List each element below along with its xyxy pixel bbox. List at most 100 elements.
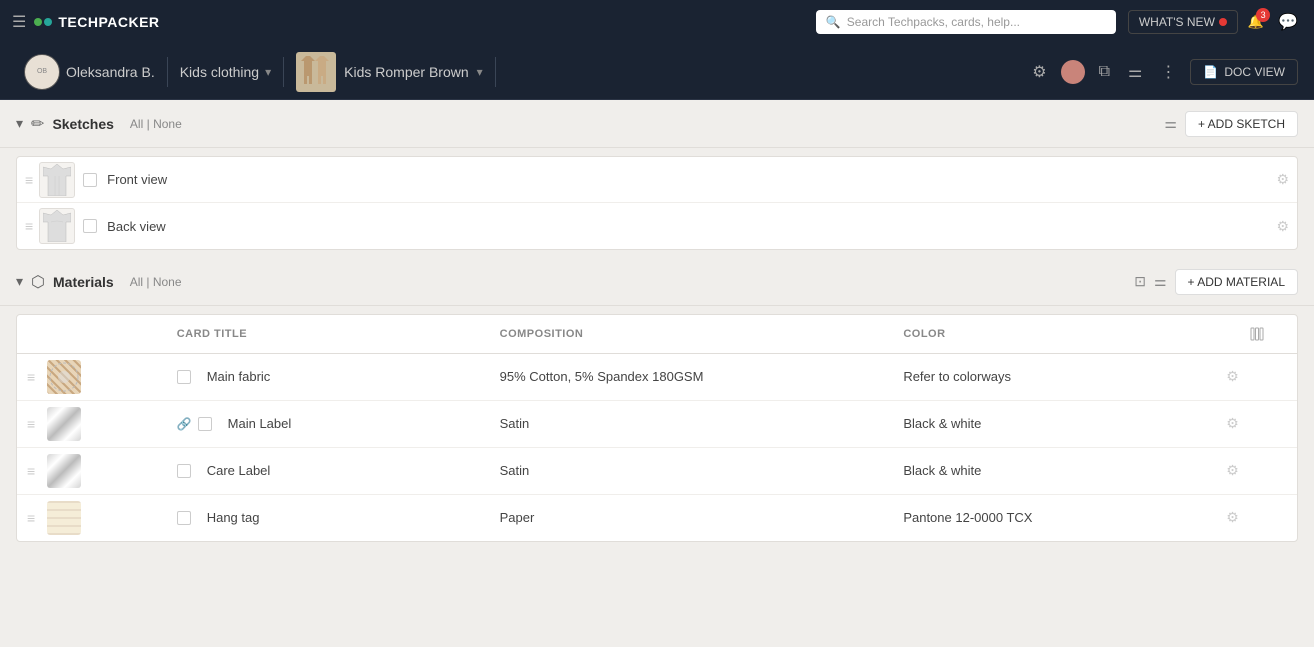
settings-icon[interactable]: ⚙ bbox=[1028, 58, 1050, 86]
material-color-2: Black & white bbox=[893, 447, 1216, 494]
breadcrumb-divider-3 bbox=[495, 57, 496, 87]
material-thumb-cell-2: ≡ bbox=[17, 447, 167, 494]
materials-header: ▾ ⬡ Materials All | None ⊡ ⚌ + ADD MATER… bbox=[0, 258, 1314, 306]
material-actions-0: ⚙ bbox=[1216, 353, 1297, 400]
sketch-checkbox-back[interactable] bbox=[83, 219, 97, 233]
sketches-title: Sketches bbox=[52, 116, 113, 132]
material-thumbnail-2 bbox=[47, 454, 81, 488]
doc-view-button[interactable]: 📄 DOC VIEW bbox=[1190, 59, 1298, 85]
drag-handle-mat-0[interactable]: ≡ bbox=[27, 369, 35, 385]
color-swatch[interactable] bbox=[1061, 60, 1085, 84]
drag-handle-mat-2[interactable]: ≡ bbox=[27, 463, 35, 479]
search-bar[interactable]: 🔍 Search Techpacks, cards, help... bbox=[816, 10, 1116, 34]
material-comp-3: Paper bbox=[490, 494, 894, 541]
sketches-filter-none[interactable]: None bbox=[153, 117, 182, 131]
doc-view-label: DOC VIEW bbox=[1224, 65, 1285, 79]
sketches-filters: All | None bbox=[130, 117, 182, 131]
material-thumbnail-3 bbox=[47, 501, 81, 535]
material-thumbnail-1 bbox=[47, 407, 81, 441]
main-content: ▾ ✏ Sketches All | None ⚌ + ADD SKETCH ≡ bbox=[0, 100, 1314, 542]
material-label-cell-1: 🔗 Main Label bbox=[167, 400, 490, 447]
sketch-thumbnail-front bbox=[39, 162, 75, 198]
material-checkbox-2[interactable] bbox=[177, 464, 191, 478]
sketches-section: ▾ ✏ Sketches All | None ⚌ + ADD SKETCH ≡ bbox=[0, 100, 1314, 250]
logo-area: TECHPACKER bbox=[34, 14, 159, 30]
material-checkbox-3[interactable] bbox=[177, 511, 191, 525]
sketches-filter-all[interactable]: All bbox=[130, 117, 143, 131]
material-label-cell-0: Main fabric bbox=[167, 353, 490, 400]
sketches-header-left: ▾ ✏ Sketches All | None bbox=[16, 114, 1164, 134]
material-row-2: ≡ Care Label Satin Black & white bbox=[17, 447, 1297, 494]
user-name: Oleksandra B. bbox=[66, 64, 155, 80]
product-thumbnail bbox=[296, 52, 336, 92]
message-icon[interactable]: 💬 bbox=[1274, 8, 1302, 36]
product-name: Kids Romper Brown bbox=[344, 64, 469, 80]
material-color-0: Refer to colorways bbox=[893, 353, 1216, 400]
material-gear-icon-3[interactable]: ⚙ bbox=[1226, 509, 1239, 525]
more-icon[interactable]: ⋮ bbox=[1156, 58, 1180, 86]
materials-filter-none[interactable]: None bbox=[153, 275, 182, 289]
materials-filter-all[interactable]: All bbox=[130, 275, 143, 289]
materials-table: Card Title COMPOSITION COLOR bbox=[17, 315, 1297, 541]
material-label-0: Main fabric bbox=[207, 369, 271, 384]
drag-handle-icon[interactable]: ≡ bbox=[25, 172, 33, 188]
add-sketch-button[interactable]: + ADD SKETCH bbox=[1185, 111, 1298, 137]
sketches-toggle[interactable]: ▾ bbox=[16, 115, 23, 132]
materials-table-header: Card Title COMPOSITION COLOR bbox=[17, 315, 1297, 353]
material-gear-icon-0[interactable]: ⚙ bbox=[1226, 368, 1239, 384]
materials-title: Materials bbox=[53, 274, 114, 290]
top-nav-left: ☰ TECHPACKER bbox=[12, 12, 804, 32]
material-label-cell-2: Care Label bbox=[167, 447, 490, 494]
link-icon-1[interactable]: 🔗 bbox=[177, 417, 192, 431]
drag-handle-icon-back[interactable]: ≡ bbox=[25, 218, 33, 234]
doc-icon: 📄 bbox=[1203, 65, 1218, 79]
sketch-thumbnail-back bbox=[39, 208, 75, 244]
hamburger-icon[interactable]: ☰ bbox=[12, 12, 26, 32]
whats-new-button[interactable]: WHAT'S NEW bbox=[1128, 10, 1238, 34]
material-gear-icon-1[interactable]: ⚙ bbox=[1226, 415, 1239, 431]
materials-content: Card Title COMPOSITION COLOR bbox=[16, 314, 1298, 542]
sketch-label-front: Front view bbox=[107, 172, 1276, 187]
material-label-3: Hang tag bbox=[207, 510, 260, 525]
columns-icon[interactable] bbox=[1226, 327, 1287, 341]
col-card-title: Card Title bbox=[167, 315, 490, 353]
copy-icon[interactable]: ⧉ bbox=[1095, 59, 1114, 85]
material-thumb-cell-0: ≡ bbox=[17, 353, 167, 400]
material-checkbox-1[interactable] bbox=[198, 417, 212, 431]
material-thumb-cell-3: ≡ bbox=[17, 494, 167, 541]
breadcrumb-product[interactable]: Kids Romper Brown ▾ bbox=[288, 48, 491, 96]
filter-icon[interactable]: ⚌ bbox=[1124, 58, 1146, 86]
pencil-icon: ✏ bbox=[31, 114, 44, 134]
material-row-3: ≡ Hang tag Paper Pantone 12-0000 TCX bbox=[17, 494, 1297, 541]
breadcrumb-collection[interactable]: Kids clothing ▾ bbox=[172, 60, 279, 84]
material-color-1: Black & white bbox=[893, 400, 1216, 447]
breadcrumb-user[interactable]: OB Oleksandra B. bbox=[16, 50, 163, 94]
material-actions-3: ⚙ bbox=[1216, 494, 1297, 541]
drag-handle-mat-1[interactable]: ≡ bbox=[27, 416, 35, 432]
material-comp-2: Satin bbox=[490, 447, 894, 494]
sketch-settings-icon-back[interactable]: ⚙ bbox=[1276, 218, 1289, 235]
new-dot bbox=[1219, 18, 1227, 26]
user-avatar: OB bbox=[24, 54, 60, 90]
materials-expand-icon[interactable]: ⊡ bbox=[1134, 273, 1146, 290]
breadcrumb-right: ⚙ ⧉ ⚌ ⋮ 📄 DOC VIEW bbox=[1028, 58, 1298, 86]
materials-sort-icon[interactable]: ⚌ bbox=[1154, 273, 1167, 290]
logo-dot-green bbox=[34, 18, 42, 26]
col-color: COLOR bbox=[893, 315, 1216, 353]
notification-button[interactable]: 🔔 3 bbox=[1248, 14, 1264, 30]
drag-handle-mat-3[interactable]: ≡ bbox=[27, 510, 35, 526]
material-checkbox-0[interactable] bbox=[177, 370, 191, 384]
sketch-settings-icon-front[interactable]: ⚙ bbox=[1276, 171, 1289, 188]
material-thumb-cell-1: ≡ bbox=[17, 400, 167, 447]
materials-toggle[interactable]: ▾ bbox=[16, 273, 23, 290]
add-material-button[interactable]: + ADD MATERIAL bbox=[1175, 269, 1298, 295]
sketch-checkbox-front[interactable] bbox=[83, 173, 97, 187]
material-row-0: ≡ bbox=[17, 353, 1297, 400]
top-nav: ☰ TECHPACKER 🔍 Search Techpacks, cards, … bbox=[0, 0, 1314, 44]
logo-text: TECHPACKER bbox=[58, 14, 159, 30]
sketches-sort-icon[interactable]: ⚌ bbox=[1164, 115, 1177, 132]
material-actions-1: ⚙ bbox=[1216, 400, 1297, 447]
sketches-header: ▾ ✏ Sketches All | None ⚌ + ADD SKETCH bbox=[0, 100, 1314, 148]
material-gear-icon-2[interactable]: ⚙ bbox=[1226, 462, 1239, 478]
breadcrumb-divider-2 bbox=[283, 57, 284, 87]
